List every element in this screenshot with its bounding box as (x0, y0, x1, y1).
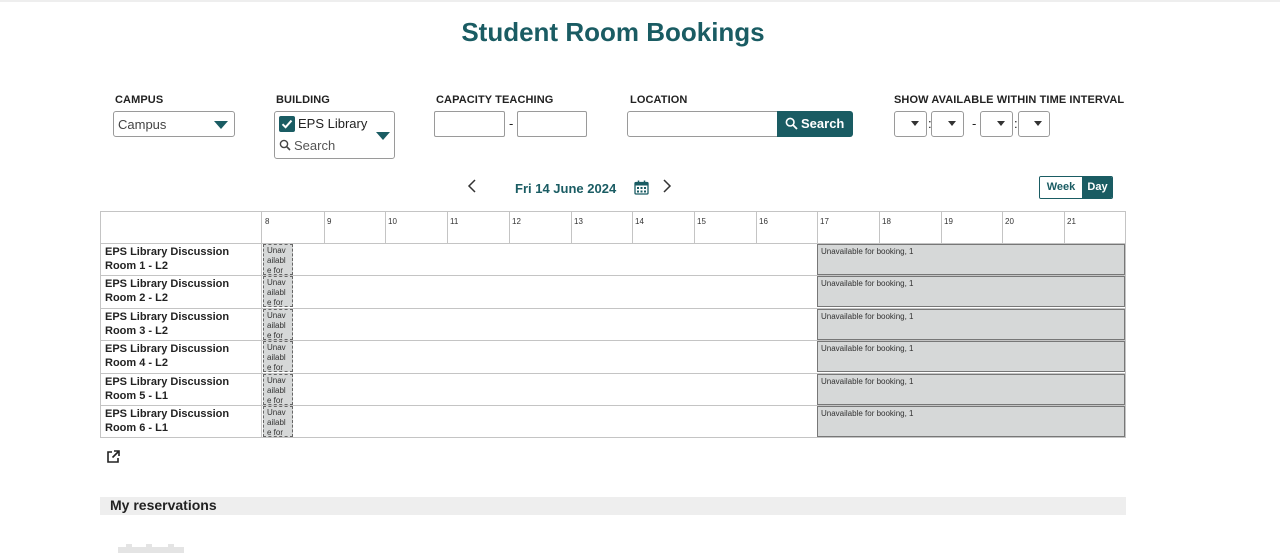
external-link-icon[interactable] (106, 450, 120, 464)
label-column-divider (261, 212, 262, 437)
room-name[interactable]: EPS Library Discussion Room 6 - L1 (105, 407, 261, 435)
calendar-illustration-icon (118, 544, 184, 553)
hour-label: 12 (512, 217, 521, 226)
my-reservations-section: My reservations (100, 497, 1126, 515)
current-date: Fri 14 June 2024 (515, 181, 617, 196)
hour-divider (385, 212, 386, 243)
hour-divider (817, 212, 818, 243)
location-label: LOCATION (630, 94, 688, 106)
calendar-icon[interactable] (634, 180, 649, 195)
capacity-min-input[interactable] (434, 111, 505, 137)
campus-select[interactable]: Campus (113, 111, 235, 137)
hour-label: 19 (944, 217, 953, 226)
hour-divider (1064, 212, 1065, 243)
unavailable-slot[interactable]: Unav ailabl e for (263, 406, 293, 437)
caret-down-icon (911, 121, 919, 126)
hour-divider (756, 212, 757, 243)
unavailable-slot[interactable]: Unavailable for booking, 1 (817, 309, 1125, 340)
time-interval-label: SHOW AVAILABLE WITHIN TIME INTERVAL (894, 94, 1125, 106)
room-name[interactable]: EPS Library Discussion Room 5 - L1 (105, 375, 261, 403)
building-label: BUILDING (276, 94, 330, 106)
time-separator: - (972, 116, 977, 131)
hour-label: 16 (759, 217, 768, 226)
hour-label: 15 (697, 217, 706, 226)
hour-divider (571, 212, 572, 243)
search-icon (785, 117, 798, 130)
unavailable-slot[interactable]: Unav ailabl e for (263, 276, 293, 307)
hour-label: 20 (1005, 217, 1014, 226)
my-reservations-title: My reservations (110, 497, 217, 513)
chevron-left-icon[interactable] (466, 179, 478, 193)
hour-label: 14 (635, 217, 644, 226)
unavailable-slot[interactable]: Unav ailabl e for (263, 341, 293, 372)
hour-divider (447, 212, 448, 243)
caret-down-icon (948, 121, 956, 126)
capacity-separator: - (509, 116, 514, 131)
hour-divider (941, 212, 942, 243)
checkbox-checked-icon[interactable] (279, 116, 295, 132)
room-name[interactable]: EPS Library Discussion Room 3 - L2 (105, 310, 261, 338)
unavailable-slot[interactable]: Unavailable for booking, 1 (817, 341, 1125, 372)
campus-select-value: Campus (118, 117, 167, 132)
week-view-button[interactable]: Week (1040, 177, 1082, 198)
chevron-right-icon[interactable] (661, 179, 673, 193)
caret-down-icon (214, 121, 228, 129)
page-title: Student Room Bookings (461, 17, 765, 47)
room-name[interactable]: EPS Library Discussion Room 4 - L2 (105, 342, 261, 370)
capacity-max-input[interactable] (517, 111, 587, 137)
caret-down-icon (997, 121, 1005, 126)
search-button[interactable]: Search (777, 111, 853, 137)
search-icon (279, 139, 291, 151)
hour-divider (694, 212, 695, 243)
hour-label: 17 (820, 217, 829, 226)
top-divider (0, 0, 1280, 2)
unavailable-slot[interactable]: Unavailable for booking, 1 (817, 244, 1125, 275)
caret-down-icon (1034, 121, 1042, 126)
hour-label: 8 (265, 217, 270, 226)
end-minute-select[interactable] (1018, 111, 1050, 137)
day-view-button[interactable]: Day (1082, 177, 1112, 198)
hour-label: 18 (882, 217, 891, 226)
capacity-label: CAPACITY TEACHING (436, 94, 554, 106)
hour-divider (509, 212, 510, 243)
location-input[interactable] (627, 111, 778, 137)
start-minute-select[interactable] (931, 111, 964, 137)
building-search-placeholder[interactable]: Search (294, 138, 335, 153)
building-selected-option: EPS Library (298, 116, 368, 131)
end-hour-select[interactable] (980, 111, 1013, 137)
hour-divider (879, 212, 880, 243)
booking-grid: 8 9 10 11 12 13 14 15 16 17 18 19 20 21 EPS Library Di… (100, 211, 1126, 438)
hour-divider (324, 212, 325, 243)
unavailable-slot[interactable]: Unav ailabl e for (263, 374, 293, 405)
search-button-label: Search (801, 116, 845, 131)
hour-label: 11 (450, 217, 459, 226)
hour-label: 21 (1067, 217, 1076, 226)
hour-divider (632, 212, 633, 243)
hour-label: 13 (574, 217, 583, 226)
hour-label: 10 (388, 217, 397, 226)
unavailable-slot[interactable]: Unavailable for booking, 1 (817, 276, 1125, 307)
caret-down-icon (376, 132, 390, 140)
unavailable-slot[interactable]: Unav ailabl e for (263, 244, 293, 275)
room-name[interactable]: EPS Library Discussion Room 2 - L2 (105, 277, 261, 305)
unavailable-slot[interactable]: Unavailable for booking, 1 (817, 406, 1125, 437)
room-name[interactable]: EPS Library Discussion Room 1 - L2 (105, 245, 261, 273)
view-toggle: Week Day (1039, 176, 1113, 199)
unavailable-slot[interactable]: Unav ailabl e for (263, 309, 293, 340)
hour-label: 9 (327, 217, 332, 226)
building-multiselect[interactable]: EPS Library Search (274, 111, 395, 159)
unavailable-slot[interactable]: Unavailable for booking, 1 (817, 374, 1125, 405)
hour-divider (1002, 212, 1003, 243)
campus-label: CAMPUS (115, 94, 164, 106)
start-hour-select[interactable] (894, 111, 927, 137)
